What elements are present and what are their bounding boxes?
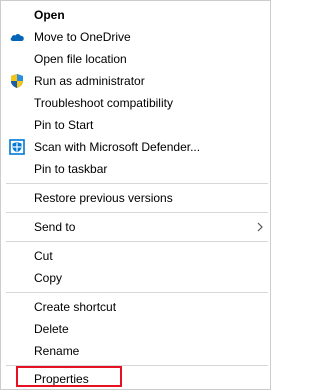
menu-item-create-shortcut[interactable]: Create shortcut <box>1 296 270 318</box>
menu-separator <box>6 241 268 242</box>
menu-item-scan-with-defender[interactable]: Scan with Microsoft Defender... <box>1 136 270 158</box>
menu-item-run-as-administrator[interactable]: Run as administrator <box>1 70 270 92</box>
menu-separator <box>6 292 268 293</box>
menu-item-open-file-location[interactable]: Open file location <box>1 48 270 70</box>
menu-item-pin-to-taskbar[interactable]: Pin to taskbar <box>1 158 270 180</box>
menu-item-label: Cut <box>34 249 53 263</box>
menu-item-label: Delete <box>34 322 69 336</box>
defender-icon <box>9 139 25 155</box>
menu-item-open[interactable]: Open <box>1 4 270 26</box>
menu-item-restore-previous-versions[interactable]: Restore previous versions <box>1 187 270 209</box>
menu-item-label: Copy <box>34 271 63 285</box>
menu-item-label: Run as administrator <box>34 74 145 88</box>
menu-item-label: Pin to Start <box>34 118 94 132</box>
menu-item-label: Restore previous versions <box>34 191 173 205</box>
menu-item-troubleshoot-compatibility[interactable]: Troubleshoot compatibility <box>1 92 270 114</box>
menu-item-label: Open <box>34 8 65 22</box>
uac-shield-icon <box>11 74 23 88</box>
chevron-right-icon <box>257 222 263 232</box>
menu-item-label: Rename <box>34 344 80 358</box>
menu-item-send-to[interactable]: Send to <box>1 216 270 238</box>
menu-item-label: Scan with Microsoft Defender... <box>34 140 201 154</box>
onedrive-cloud-icon <box>10 33 24 41</box>
menu-item-pin-to-start[interactable]: Pin to Start <box>1 114 270 136</box>
menu-item-cut[interactable]: Cut <box>1 245 270 267</box>
menu-separator <box>6 183 268 184</box>
menu-item-rename[interactable]: Rename <box>1 340 270 362</box>
menu-item-label: Move to OneDrive <box>34 30 131 44</box>
menu-item-label: Create shortcut <box>34 300 117 314</box>
menu-item-copy[interactable]: Copy <box>1 267 270 289</box>
menu-separator <box>6 212 268 213</box>
context-menu: Open Move to OneDrive Open file location… <box>0 0 271 390</box>
menu-item-delete[interactable]: Delete <box>1 318 270 340</box>
menu-item-label: Open file location <box>34 52 127 66</box>
menu-item-label: Pin to taskbar <box>34 162 108 176</box>
properties-highlight-box <box>16 366 122 387</box>
menu-item-move-to-onedrive[interactable]: Move to OneDrive <box>1 26 270 48</box>
menu-item-label: Send to <box>34 220 76 234</box>
menu-item-label: Troubleshoot compatibility <box>34 96 173 110</box>
